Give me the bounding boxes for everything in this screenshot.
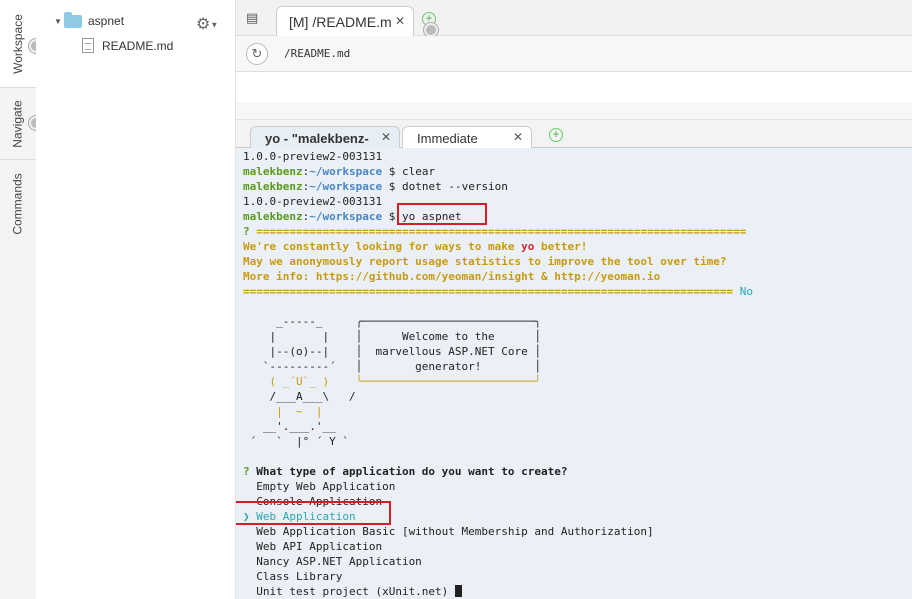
highlight-box: [236, 501, 391, 525]
tree-folder-aspnet[interactable]: ▼ aspnet: [54, 11, 125, 28]
tab-readme-label: [M] /README.m: [289, 14, 392, 30]
ascii-art-line: ´ ` |° ´ Y `: [243, 435, 349, 448]
file-label: README.md: [102, 38, 174, 53]
tree-file-readme[interactable]: README.md: [82, 38, 173, 53]
tab-immediate-label: Immediate: [417, 130, 478, 146]
terminal-tabbar: yo - "malekbenz- ✕ Immediate ✕ +: [236, 120, 912, 149]
terminal-cursor: [454, 585, 462, 597]
preview-address-bar: ↻ /README.md: [236, 36, 912, 72]
terminal-line: 1.0.0-preview2-003131: [243, 150, 383, 163]
tab-commands-label: Commands: [11, 173, 26, 235]
option-item[interactable]: Empty Web Application: [243, 479, 395, 494]
path-field[interactable]: /README.md: [284, 47, 350, 60]
add-tab-icon[interactable]: +: [549, 128, 563, 142]
option-item[interactable]: Web API Application: [243, 539, 382, 554]
caret-down-icon[interactable]: ▼: [54, 17, 64, 26]
terminal-line: 1.0.0-preview2-003131: [243, 195, 383, 208]
tab-terminal-yo[interactable]: yo - "malekbenz- ✕: [250, 126, 400, 149]
tab-commands[interactable]: Commands: [0, 160, 36, 248]
tab-list-icon[interactable]: ▤: [246, 10, 258, 26]
terminal-line: ? ======================================…: [243, 225, 747, 238]
close-icon[interactable]: ✕: [395, 14, 405, 28]
ascii-art-line: _-----_ ╭──────────────────────────╮: [243, 315, 542, 328]
terminal-line: May we anonymously report usage statisti…: [243, 255, 727, 268]
tab-terminal-yo-label: yo - "malekbenz-: [265, 130, 369, 146]
highlight-box: [397, 203, 487, 225]
ascii-art-line: /___A___\ /: [243, 390, 356, 403]
folder-label: aspnet: [88, 14, 125, 28]
tab-readme[interactable]: [M] /README.m ✕: [276, 6, 414, 37]
option-item[interactable]: Class Library: [243, 569, 342, 584]
tab-workspace-label: Workspace: [11, 13, 25, 74]
terminal-question: ? What type of application do you want t…: [243, 465, 568, 478]
ascii-art-line: | | │ Welcome to the │: [243, 330, 542, 343]
terminal-line: More info: https://github.com/yeoman/ins…: [243, 270, 661, 283]
terminal-line: ========================================…: [243, 285, 753, 298]
editor-tabbar: ▤ [M] /README.m ✕ +: [236, 0, 912, 37]
ascii-art-line: |--(o)--| │ marvellous ASP.NET Core │: [243, 345, 542, 358]
close-icon[interactable]: ✕: [513, 130, 523, 144]
preview-pane: [236, 72, 912, 102]
terminal-line: We're constantly looking for ways to mak…: [243, 240, 588, 253]
terminal-output[interactable]: 1.0.0-preview2-003131 malekbenz:~/worksp…: [236, 148, 912, 599]
ascii-art-line: __'.___.'__: [243, 420, 336, 433]
preview-divider: [236, 102, 912, 120]
file-tree: ▼ aspnet README.md ⚙▼: [36, 0, 236, 599]
tab-navigate-label: Navigate: [11, 99, 25, 148]
terminal-line: malekbenz:~/workspace $ clear: [243, 165, 436, 178]
reload-icon[interactable]: ↻: [246, 43, 268, 65]
ascii-art-line: | ~ |: [243, 405, 323, 418]
option-item[interactable]: Nancy ASP.NET Application: [243, 554, 422, 569]
file-icon: [82, 38, 94, 53]
sidebar-tabs: Workspace Navigate Commands: [0, 0, 36, 599]
resize-handle[interactable]: [424, 23, 438, 37]
folder-icon: [64, 11, 82, 28]
sidebar-tabs-filler: [0, 248, 36, 599]
tab-immediate[interactable]: Immediate ✕: [402, 126, 532, 149]
ascii-art-line: `---------´ │ generator! │: [243, 360, 542, 373]
option-item[interactable]: Web Application Basic [without Membershi…: [243, 524, 653, 539]
ascii-art-line: ( _´U`_ ) ╰──────────────────────────╯: [243, 375, 542, 388]
option-item[interactable]: Unit test project (xUnit.net): [243, 584, 462, 599]
gear-icon[interactable]: ⚙▼: [196, 14, 218, 34]
close-icon[interactable]: ✕: [381, 130, 391, 144]
terminal-line: malekbenz:~/workspace $ dotnet --version: [243, 180, 508, 193]
